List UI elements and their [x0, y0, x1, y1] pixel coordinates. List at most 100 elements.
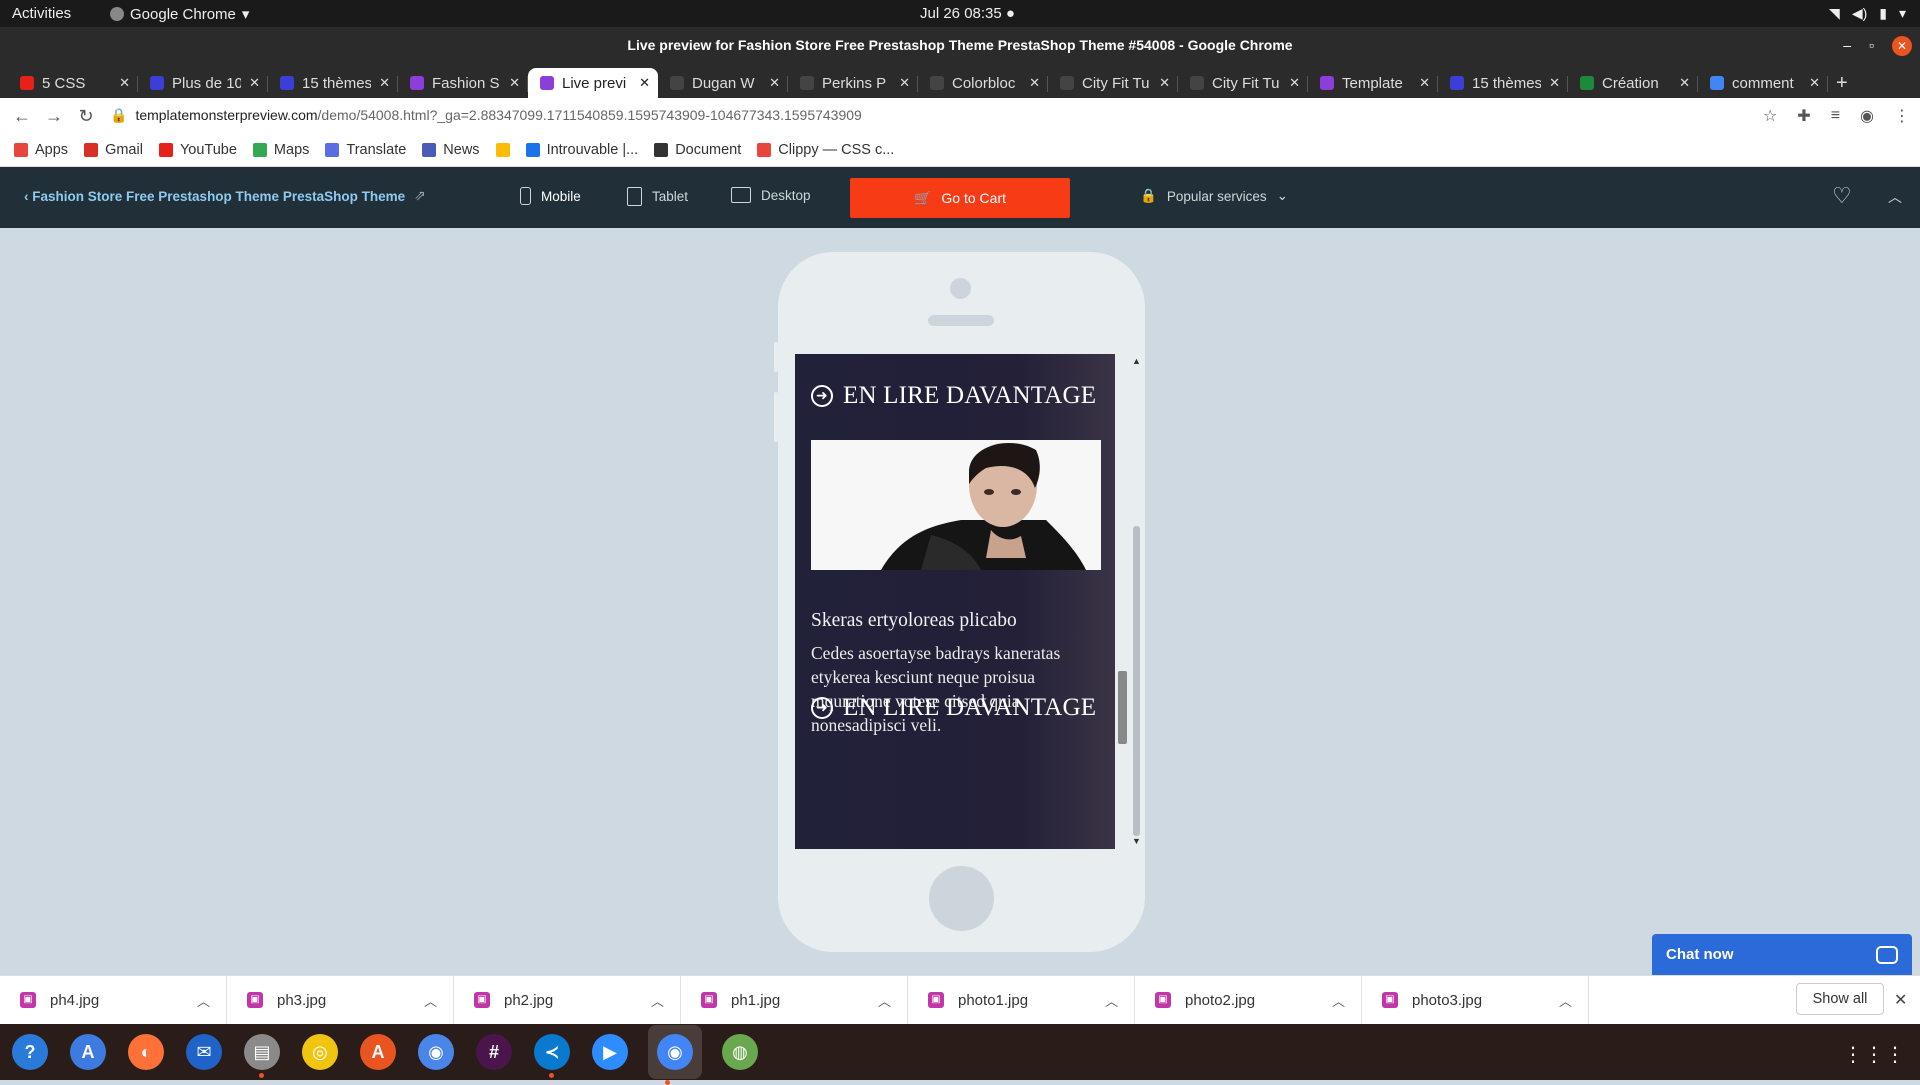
- device-desktop-button[interactable]: Desktop: [731, 187, 811, 203]
- reload-icon[interactable]: ↻: [70, 106, 102, 127]
- browser-tab[interactable]: City Fit Tu ✕: [1048, 68, 1178, 98]
- new-tab-icon[interactable]: +: [1836, 68, 1848, 98]
- bookmark-item[interactable]: Clippy — CSS c...: [757, 142, 894, 158]
- download-item[interactable]: ▣ ph4.jpg ︿: [0, 975, 227, 1025]
- tab-close-icon[interactable]: ✕: [1029, 75, 1040, 91]
- activities-button[interactable]: Activities: [12, 5, 71, 22]
- tab-close-icon[interactable]: ✕: [639, 75, 650, 91]
- tab-close-icon[interactable]: ✕: [1419, 75, 1430, 91]
- bookmark-item[interactable]: News: [422, 142, 480, 158]
- close-icon[interactable]: ✕: [1894, 990, 1907, 1010]
- popular-services-dropdown[interactable]: 🔒 Popular services ⌄: [1140, 188, 1288, 204]
- chevron-up-icon[interactable]: ︿: [1332, 991, 1345, 1010]
- clock[interactable]: Jul 26 08:35 ●: [920, 5, 1015, 22]
- tab-close-icon[interactable]: ✕: [379, 75, 390, 91]
- back-icon[interactable]: ←: [6, 106, 38, 127]
- chat-now-button[interactable]: Chat now: [1652, 934, 1912, 975]
- download-item[interactable]: ▣ ph1.jpg ︿: [681, 975, 908, 1025]
- menu-icon[interactable]: ⋮: [1894, 106, 1910, 126]
- bookmark-item[interactable]: Document: [654, 142, 741, 158]
- chevron-up-icon[interactable]: ︿: [878, 991, 891, 1010]
- tab-close-icon[interactable]: ✕: [509, 75, 520, 91]
- browser-tab[interactable]: Dugan W ✕: [658, 68, 788, 98]
- tab-close-icon[interactable]: ✕: [1809, 75, 1820, 91]
- chevron-up-icon[interactable]: ︿: [197, 991, 210, 1010]
- profile-icon[interactable]: ◉: [1860, 106, 1874, 126]
- heart-icon[interactable]: ♡: [1832, 183, 1852, 209]
- chrome-icon[interactable]: ◉: [648, 1025, 702, 1085]
- scroll-down-icon[interactable]: ▼: [1132, 836, 1141, 846]
- system-tray[interactable]: ◥ ◀) ▮ ▾: [1829, 5, 1906, 22]
- back-to-theme-link[interactable]: ‹ Fashion Store Free Prestashop Theme Pr…: [24, 189, 405, 204]
- bookmark-item[interactable]: Maps: [252, 142, 309, 158]
- close-icon[interactable]: ✕: [1892, 35, 1912, 56]
- chevron-up-icon[interactable]: ︿: [424, 991, 437, 1010]
- software-icon[interactable]: A: [358, 1032, 398, 1072]
- download-item[interactable]: ▣ photo2.jpg ︿: [1135, 975, 1362, 1025]
- post-image[interactable]: [811, 440, 1101, 570]
- show-all-button[interactable]: Show all: [1796, 983, 1884, 1015]
- tab-close-icon[interactable]: ✕: [1549, 75, 1560, 91]
- browser-tab[interactable]: Plus de 10 ✕: [138, 68, 268, 98]
- vscode-icon[interactable]: ≺: [532, 1032, 572, 1078]
- translate-app-icon[interactable]: A: [68, 1032, 108, 1072]
- external-link-icon[interactable]: ⇗: [414, 187, 426, 204]
- phone-screen-scrollbar[interactable]: [1116, 354, 1128, 849]
- tab-close-icon[interactable]: ✕: [899, 75, 910, 91]
- thunderbird-icon[interactable]: ✉: [184, 1032, 224, 1072]
- bookmark-item[interactable]: Introuvable |...: [525, 142, 638, 158]
- chevron-up-icon[interactable]: ︿: [1888, 187, 1902, 207]
- minimize-icon[interactable]: –: [1843, 27, 1851, 64]
- bookmark-item[interactable]: Apps: [14, 142, 68, 158]
- post-title[interactable]: Skeras ertyoloreas plicabo: [811, 610, 1017, 632]
- tab-close-icon[interactable]: ✕: [249, 75, 260, 91]
- device-tablet-button[interactable]: Tablet: [627, 187, 688, 206]
- chromium-icon[interactable]: ◉: [416, 1032, 456, 1072]
- bookmark-item[interactable]: Gmail: [84, 142, 143, 158]
- device-mobile-button[interactable]: Mobile: [520, 187, 581, 205]
- download-item[interactable]: ▣ ph2.jpg ︿: [454, 975, 681, 1025]
- tab-close-icon[interactable]: ✕: [1289, 75, 1300, 91]
- extensions-icon[interactable]: ✚: [1797, 106, 1810, 126]
- chevron-up-icon[interactable]: ︿: [651, 991, 664, 1010]
- browser-tab[interactable]: 5 CSS ✕: [8, 68, 138, 98]
- download-item[interactable]: ▣ photo1.jpg ︿: [908, 975, 1135, 1025]
- browser-tab[interactable]: comment ✕: [1698, 68, 1828, 98]
- download-item[interactable]: ▣ photo3.jpg ︿: [1362, 975, 1589, 1025]
- scrollbar-thumb[interactable]: [1133, 526, 1140, 836]
- restore-icon[interactable]: ▫: [1869, 27, 1874, 64]
- read-more-link[interactable]: ➜ EN LIRE DAVANTAGE: [811, 382, 1096, 410]
- tab-close-icon[interactable]: ✕: [1679, 75, 1690, 91]
- scroll-up-icon[interactable]: ▲: [1132, 356, 1141, 366]
- settings-globe-icon[interactable]: ◍: [720, 1032, 760, 1072]
- browser-tab[interactable]: Colorbloc ✕: [918, 68, 1048, 98]
- app-menu[interactable]: Google Chrome ▾: [110, 5, 249, 23]
- tab-close-icon[interactable]: ✕: [769, 75, 780, 91]
- slack-icon[interactable]: #: [474, 1032, 514, 1072]
- tab-close-icon[interactable]: ✕: [119, 75, 130, 91]
- bookmark-star-icon[interactable]: ☆: [1763, 106, 1777, 126]
- show-applications-icon[interactable]: ⋮⋮⋮: [1843, 1042, 1906, 1067]
- browser-tab[interactable]: City Fit Tu ✕: [1178, 68, 1308, 98]
- browser-tab[interactable]: Perkins P ✕: [788, 68, 918, 98]
- files-icon[interactable]: ▤: [242, 1032, 282, 1078]
- rhythmbox-icon[interactable]: ◎: [300, 1032, 340, 1072]
- browser-tab[interactable]: 15 thèmes ✕: [1438, 68, 1568, 98]
- media-icon[interactable]: ≡: [1831, 107, 1840, 125]
- read-more-link[interactable]: ➜ EN LIRE DAVANTAGE: [811, 694, 1096, 722]
- zoom-icon[interactable]: ▶: [590, 1032, 630, 1072]
- tab-close-icon[interactable]: ✕: [1159, 75, 1170, 91]
- bookmark-item[interactable]: [495, 142, 510, 157]
- bookmark-item[interactable]: YouTube: [158, 142, 237, 158]
- preview-scrollbar[interactable]: ▲ ▼: [1130, 354, 1142, 849]
- browser-tab[interactable]: Création ✕: [1568, 68, 1698, 98]
- help-icon[interactable]: ?: [10, 1032, 50, 1072]
- url-field[interactable]: 🔒 templatemonsterpreview.com/demo/54008.h…: [110, 98, 862, 133]
- chevron-up-icon[interactable]: ︿: [1559, 991, 1572, 1010]
- firefox-icon[interactable]: ◐: [126, 1032, 166, 1072]
- browser-tab[interactable]: Live previ ✕: [528, 68, 658, 98]
- browser-tab[interactable]: Fashion S ✕: [398, 68, 528, 98]
- scrollbar-thumb[interactable]: [1118, 671, 1127, 744]
- browser-tab[interactable]: 15 thèmes ✕: [268, 68, 398, 98]
- go-to-cart-button[interactable]: 🛒 Go to Cart: [850, 178, 1070, 218]
